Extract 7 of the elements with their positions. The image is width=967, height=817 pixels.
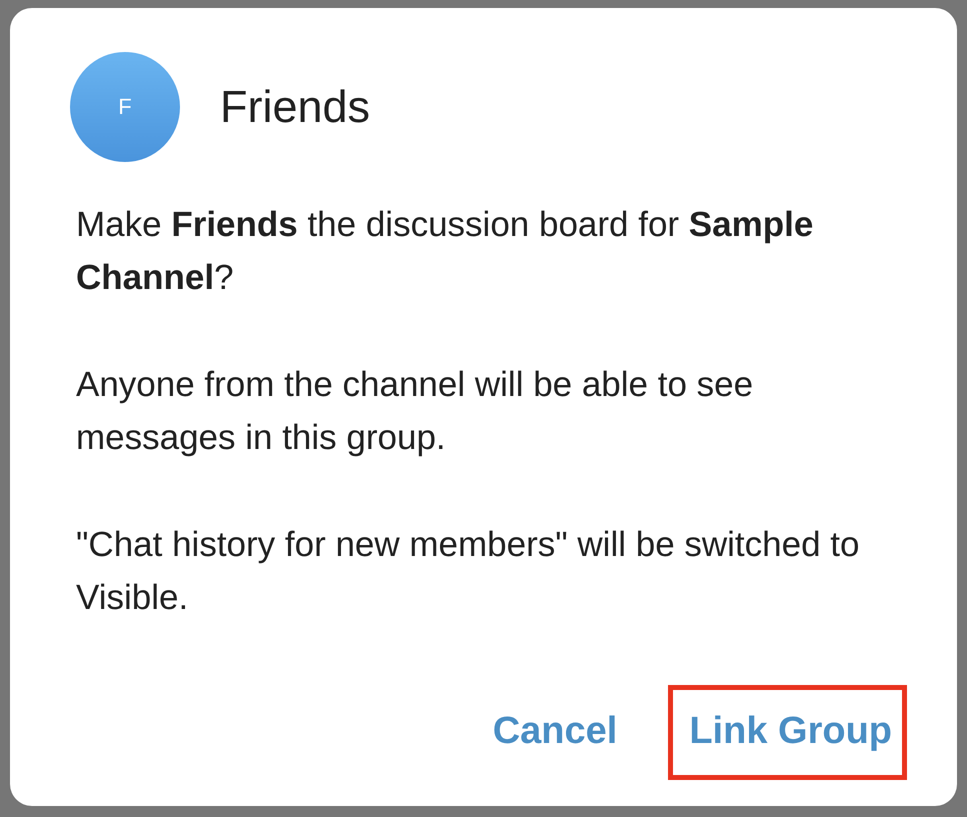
dialog-title: Friends [220, 81, 370, 133]
dialog-button[interactable]: Cancel [472, 685, 632, 780]
message-text: Anyone from the channel will be able to see messages in this group. [76, 364, 754, 459]
highlighted-dialog-button[interactable]: Link Group [668, 685, 907, 780]
avatar: F [70, 52, 180, 162]
message-text: "Chat history for new members" will be switched to Visible. [76, 524, 860, 619]
message-text: Make Friends the discussion board for Sample Channel? [76, 204, 814, 299]
